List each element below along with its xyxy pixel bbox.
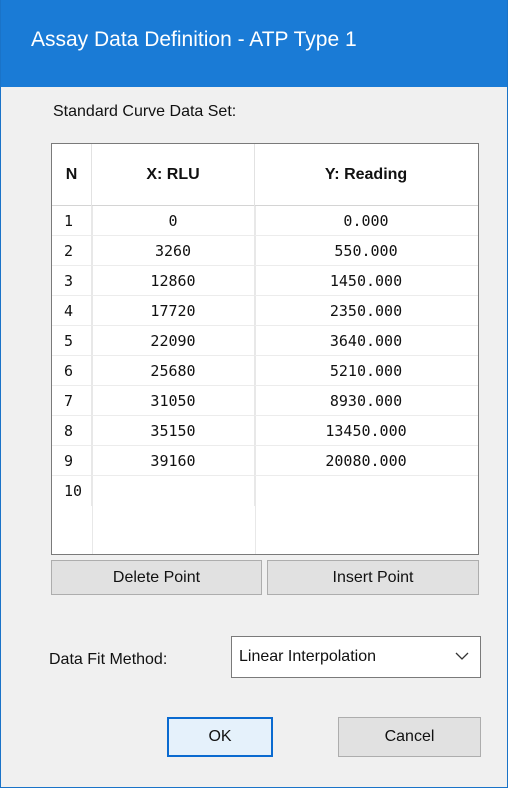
cell-n[interactable]: 1 — [52, 206, 92, 236]
title-bar[interactable]: Assay Data Definition - ATP Type 1 — [1, 0, 507, 87]
table-body: 1 0 0.000 2 3260 550.000 3 12860 1450.00… — [52, 206, 478, 506]
insert-point-button[interactable]: Insert Point — [267, 560, 479, 595]
cell-y-reading[interactable]: 550.000 — [255, 236, 477, 266]
table-row[interactable]: 1 0 0.000 — [52, 206, 478, 236]
column-header-n[interactable]: N — [52, 144, 92, 206]
table-row[interactable]: 5 22090 3640.000 — [52, 326, 478, 356]
cell-x-rlu[interactable]: 17720 — [92, 296, 255, 326]
column-header-x-rlu[interactable]: X: RLU — [92, 144, 255, 206]
cell-y-reading[interactable]: 8930.000 — [255, 386, 477, 416]
cell-y-reading[interactable]: 2350.000 — [255, 296, 477, 326]
cell-y-reading[interactable]: 5210.000 — [255, 356, 477, 386]
standard-curve-label: Standard Curve Data Set: — [53, 103, 237, 120]
cell-x-rlu[interactable]: 35150 — [92, 416, 255, 446]
cell-n[interactable]: 3 — [52, 266, 92, 296]
assay-data-definition-dialog: Assay Data Definition - ATP Type 1 Stand… — [0, 0, 508, 788]
data-fit-method-value: Linear Interpolation — [239, 648, 376, 665]
delete-point-button[interactable]: Delete Point — [51, 560, 262, 595]
cell-n[interactable]: 8 — [52, 416, 92, 446]
cell-n[interactable]: 5 — [52, 326, 92, 356]
cell-x-rlu[interactable] — [92, 476, 255, 506]
cell-x-rlu[interactable]: 25680 — [92, 356, 255, 386]
data-fit-method-label: Data Fit Method: — [49, 651, 168, 668]
cell-y-reading[interactable]: 1450.000 — [255, 266, 477, 296]
cell-n[interactable]: 2 — [52, 236, 92, 266]
cell-x-rlu[interactable]: 31050 — [92, 386, 255, 416]
window-title: Assay Data Definition - ATP Type 1 — [31, 28, 357, 51]
cell-x-rlu[interactable]: 12860 — [92, 266, 255, 296]
cell-x-rlu[interactable]: 39160 — [92, 446, 255, 476]
table-row[interactable]: 7 31050 8930.000 — [52, 386, 478, 416]
cell-n[interactable]: 4 — [52, 296, 92, 326]
table-row[interactable]: 8 35150 13450.000 — [52, 416, 478, 446]
table-row[interactable]: 4 17720 2350.000 — [52, 296, 478, 326]
cell-y-reading[interactable]: 0.000 — [255, 206, 477, 236]
ok-button[interactable]: OK — [167, 717, 273, 757]
cell-y-reading[interactable]: 20080.000 — [255, 446, 477, 476]
cell-n[interactable]: 9 — [52, 446, 92, 476]
chevron-down-icon — [455, 652, 469, 660]
standard-curve-table[interactable]: N X: RLU Y: Reading 1 0 0.000 2 3260 550… — [51, 143, 479, 555]
table-row[interactable]: 2 3260 550.000 — [52, 236, 478, 266]
cell-x-rlu[interactable]: 3260 — [92, 236, 255, 266]
cell-n[interactable]: 7 — [52, 386, 92, 416]
cell-n[interactable]: 10 — [52, 476, 92, 506]
cell-n[interactable]: 6 — [52, 356, 92, 386]
column-header-y-reading[interactable]: Y: Reading — [255, 144, 477, 206]
table-row[interactable]: 10 — [52, 476, 478, 506]
cell-y-reading[interactable] — [255, 476, 477, 506]
cell-y-reading[interactable]: 13450.000 — [255, 416, 477, 446]
cancel-button[interactable]: Cancel — [338, 717, 481, 757]
cell-x-rlu[interactable]: 22090 — [92, 326, 255, 356]
cell-y-reading[interactable]: 3640.000 — [255, 326, 477, 356]
table-row[interactable]: 9 39160 20080.000 — [52, 446, 478, 476]
table-header: N X: RLU Y: Reading — [52, 144, 478, 206]
data-fit-method-select[interactable]: Linear Interpolation — [231, 636, 481, 678]
cell-x-rlu[interactable]: 0 — [92, 206, 255, 236]
table-row[interactable]: 3 12860 1450.000 — [52, 266, 478, 296]
table-row[interactable]: 6 25680 5210.000 — [52, 356, 478, 386]
